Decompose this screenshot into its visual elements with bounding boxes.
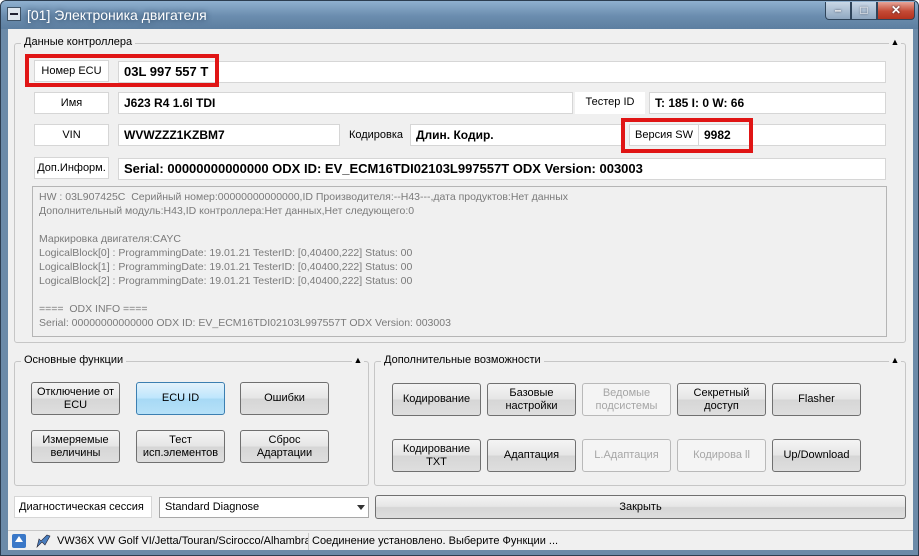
extra-info-value: Serial: 00000000000000 ODX ID: EV_ECM16T… — [118, 158, 886, 180]
upload-icon[interactable] — [12, 534, 26, 548]
tester-id-label: Тестер ID — [575, 92, 645, 114]
flasher-button[interactable]: Flasher — [772, 383, 861, 416]
coding-button[interactable]: Кодирование — [392, 383, 481, 416]
tester-id-value: T: 185 I: 0 W: 66 — [649, 92, 886, 114]
errors-button[interactable]: Ошибки — [240, 382, 329, 415]
disconnect-ecu-button[interactable]: Отключение от ECU — [31, 382, 120, 415]
adaptation-button[interactable]: Адаптация — [487, 439, 576, 472]
vin-value: WVWZZZ1KZBM7 — [118, 124, 340, 146]
title-bar: [01] Электроника двигателя – □ ✕ — [1, 1, 918, 29]
reset-adaptation-button[interactable]: Сброс Адартации — [240, 430, 329, 463]
close-button[interactable]: Закрыть — [375, 495, 906, 519]
ecu-id-button[interactable]: ECU ID — [136, 382, 225, 415]
collapse-arrow-icon[interactable]: ▲ — [889, 37, 901, 47]
extra-collapse-arrow-icon[interactable]: ▲ — [889, 355, 901, 365]
ecu-number-value: 03L 997 557 T — [118, 61, 886, 83]
extra-info-label: Доп.Информ. — [34, 157, 109, 179]
dropdown-arrow-icon[interactable] — [357, 505, 365, 510]
close-window-button[interactable]: ✕ — [877, 2, 915, 20]
coding-txt-button[interactable]: Кодирование TXT — [392, 439, 481, 472]
coding-value: Длин. Кодир. — [410, 124, 624, 146]
ecu-highlight-box — [25, 54, 219, 87]
controller-group-label: Данные контроллера — [21, 36, 136, 48]
app-window: [01] Электроника двигателя – □ ✕ Данные … — [0, 0, 919, 556]
name-value: J623 R4 1.6l TDI — [118, 92, 573, 114]
up-download-button[interactable]: Up/Download — [772, 439, 861, 472]
status-message: Соединение установлено. Выберите Функции… — [312, 535, 559, 547]
measured-values-button[interactable]: Измеряемые величины — [31, 430, 120, 463]
controller-info-text: HW : 03L907425C Серийный номер:000000000… — [32, 186, 887, 337]
system-menu-icon[interactable] — [7, 7, 21, 21]
coding-label: Кодировка — [348, 129, 404, 141]
status-vehicle: VW36X VW Golf VI/Jetta/Touran/Scirocco/A… — [55, 533, 309, 550]
status-bar: VW36X VW Golf VI/Jetta/Touran/Scirocco/A… — [8, 530, 913, 550]
main-functions-label: Основные функции — [21, 354, 127, 366]
maximize-button[interactable]: □ — [851, 2, 877, 20]
diagnostic-session-select[interactable]: Standard Diagnose — [159, 497, 369, 518]
coding-ii-button[interactable]: Кодирова ll — [677, 439, 766, 472]
security-access-button[interactable]: Секретный доступ — [677, 383, 766, 416]
vin-label: VIN — [34, 124, 109, 146]
basic-settings-button[interactable]: Базовые настройки — [487, 383, 576, 416]
extra-functions-label: Дополнительные возможности — [381, 354, 544, 366]
diagnostic-session-value: Standard Diagnose — [165, 501, 260, 513]
subsystems-button[interactable]: Ведомые подсистемы — [582, 383, 671, 416]
minimize-button[interactable]: – — [825, 2, 851, 20]
main-functions-group: Основные функции ▲ — [14, 354, 369, 486]
name-label: Имя — [34, 92, 109, 114]
main-collapse-arrow-icon[interactable]: ▲ — [352, 355, 364, 365]
long-adaptation-button[interactable]: L.Адаптация — [582, 439, 671, 472]
window-title: [01] Электроника двигателя — [27, 7, 207, 23]
client-area: Данные контроллера ▲ Номер ECU 03L 997 5… — [8, 29, 913, 550]
sw-highlight-box — [621, 118, 753, 153]
diagnostic-session-label: Диагностическая сессия — [14, 496, 152, 518]
connection-icon — [36, 534, 51, 548]
actuator-test-button[interactable]: Тест исп.элементов — [136, 430, 225, 463]
